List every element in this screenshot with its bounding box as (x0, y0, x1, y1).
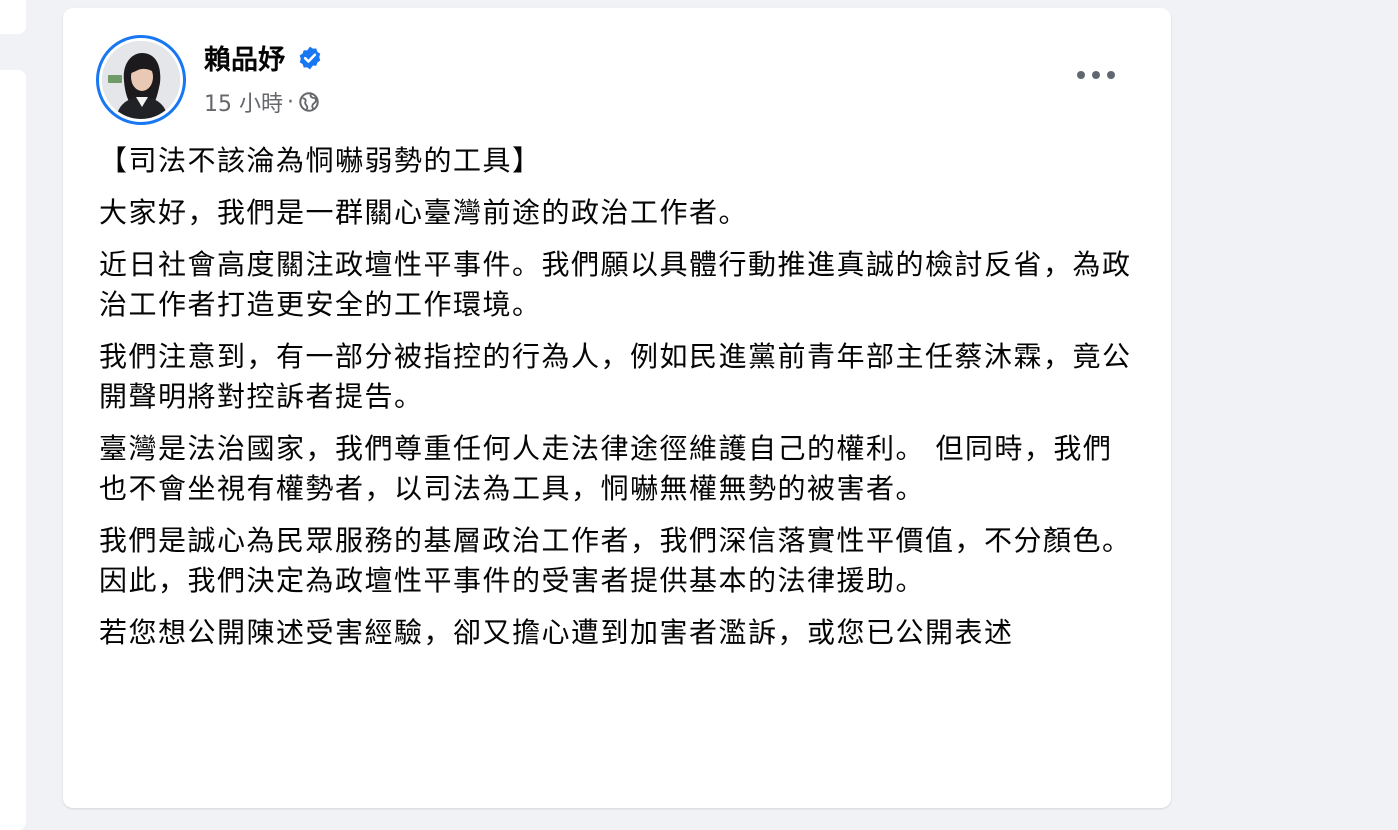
post-title: 【司法不該淪為恫嚇弱勢的工具】 (99, 144, 542, 177)
more-options-button[interactable] (1068, 55, 1124, 95)
post-paragraph: 近日社會高度關注政壇性平事件。我們願以具體行動推進真誠的檢討反省，為政治工作者打… (99, 248, 1132, 321)
left-column-card (0, 70, 26, 830)
post-paragraph: 我們是誠心為民眾服務的基層政治工作者，我們深信落實性平價值，不分顏色。 因此，我… (99, 524, 1132, 597)
avatar[interactable] (102, 41, 180, 119)
post-paragraph: 大家好，我們是一群關心臺灣前途的政治工作者。 (99, 196, 749, 229)
post-paragraph: 臺灣是法治國家，我們尊重任何人走法律途徑維護自己的權利。 但同時，我們也不會坐視… (99, 432, 1113, 505)
meta-separator: · (287, 89, 294, 115)
post-card: 賴品妤 15 小時 · 【司法不該淪為恫嚇弱勢的工具】 大家好，我們是一群關心臺… (63, 8, 1171, 808)
verified-badge-icon (299, 46, 321, 69)
left-column-card (0, 0, 26, 34)
author-avatar-ring[interactable] (96, 35, 186, 125)
post-timestamp[interactable]: 15 小時 (204, 86, 283, 118)
globe-icon[interactable] (298, 91, 320, 113)
post-paragraph: 若您想公開陳述受害經驗，卻又擔心遭到加害者濫訴，或您已公開表述 (99, 616, 1014, 649)
post-content: 【司法不該淪為恫嚇弱勢的工具】 大家好，我們是一群關心臺灣前途的政治工作者。 近… (99, 141, 1139, 665)
post-paragraph: 我們注意到，有一部分被指控的行為人，例如民進黨前青年部主任蔡沐霖，竟公開聲明將對… (99, 340, 1132, 413)
post-meta: 15 小時 · (204, 86, 320, 118)
author-name[interactable]: 賴品妤 (204, 38, 323, 77)
more-options-icon (1077, 71, 1115, 79)
author-name-text[interactable]: 賴品妤 (204, 38, 285, 77)
